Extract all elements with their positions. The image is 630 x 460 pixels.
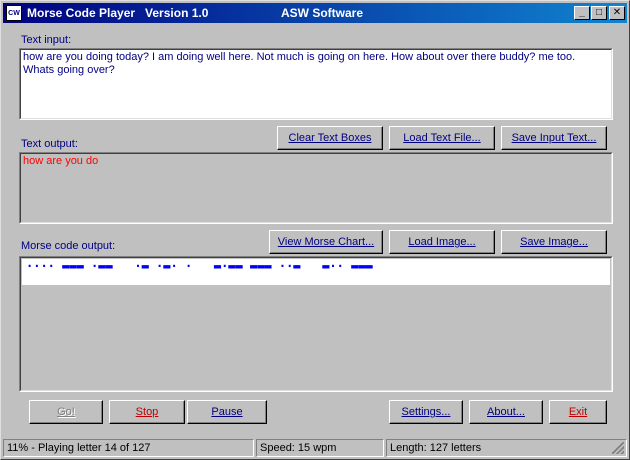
main-window: CW Morse Code Player Version 1.0 ASW Sof… [0,0,630,460]
load-text-file-button[interactable]: Load Text File... [389,126,495,150]
pause-button[interactable]: Pause [187,400,267,424]
status-length: Length: 127 letters [386,439,627,457]
save-input-text-button[interactable]: Save Input Text... [501,126,607,150]
text-output-label: Text output: [21,138,78,150]
morse-output-label: Morse code output: [21,240,116,252]
window-title: Morse Code Player Version 1.0 [27,6,209,20]
status-progress: 11% - Playing letter 14 of 127 [3,439,254,457]
text-output-value: how are you do [23,155,99,167]
exit-button[interactable]: Exit [549,400,607,424]
close-button[interactable]: ✕ [609,6,625,20]
morse-image-strip: ···· ▬▬▬ ·▬▬ ·▬ ·▬· · ▬·▬▬ ▬▬▬ ··▬ ▬·· ▬… [22,259,610,285]
stop-button[interactable]: Stop [109,400,185,424]
app-cw-icon: CW [6,5,22,21]
load-image-button[interactable]: Load Image... [389,230,495,254]
go-button[interactable]: Go! [29,400,103,424]
company-name: ASW Software [281,6,364,20]
clear-text-boxes-button[interactable]: Clear Text Boxes [277,126,383,150]
text-input-value: how are you doing today? I am doing well… [23,51,576,76]
status-speed: Speed: 15 wpm [256,439,384,457]
text-input-label: Text input: [21,34,72,46]
settings-button[interactable]: Settings... [389,400,463,424]
save-image-button[interactable]: Save Image... [501,230,607,254]
resize-grip-icon[interactable] [612,442,624,454]
title-bar[interactable]: CW Morse Code Player Version 1.0 ASW Sof… [3,3,627,23]
status-length-text: Length: 127 letters [390,442,482,454]
text-output-field[interactable]: how are you do [19,152,613,224]
view-morse-chart-button[interactable]: View Morse Chart... [269,230,383,254]
about-button[interactable]: About... [469,400,543,424]
morse-output-panel[interactable]: ···· ▬▬▬ ·▬▬ ·▬ ·▬· · ▬·▬▬ ▬▬▬ ··▬ ▬·· ▬… [19,256,613,392]
maximize-button[interactable]: □ [591,6,607,20]
text-input-field[interactable]: how are you doing today? I am doing well… [19,48,613,120]
minimize-button[interactable]: _ [574,6,590,20]
morse-code-value: ···· ▬▬▬ ·▬▬ ·▬ ·▬· · ▬·▬▬ ▬▬▬ ··▬ ▬·· ▬… [26,259,373,273]
